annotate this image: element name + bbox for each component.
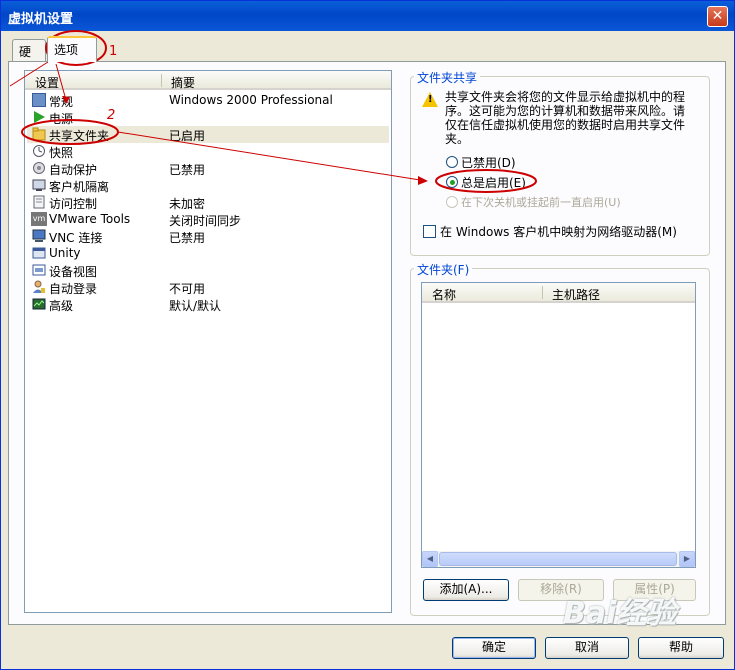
warning-text: 共享文件夹会将您的文件显示给虚拟机中的程序。这可能为您的计算机和数据带来风险。请…: [445, 90, 686, 146]
row-name: Unity: [49, 246, 81, 260]
map-network-drive-checkbox[interactable]: [423, 225, 436, 238]
shared-folders-header: 名称 主机路径: [422, 283, 695, 303]
autoprotect-icon: [32, 161, 46, 175]
row-name: 访问控制: [49, 197, 98, 211]
row-summary: 未加密: [169, 197, 206, 211]
settings-row-guest-isolation[interactable]: 客户机隔离: [27, 177, 389, 194]
row-name: VMware Tools: [49, 212, 131, 226]
settings-row-advanced[interactable]: 高级 默认/默认: [27, 296, 389, 313]
row-summary: 不可用: [169, 282, 206, 296]
title-bar[interactable]: 虚拟机设置 ✕: [1, 1, 734, 31]
cancel-button[interactable]: 取消: [545, 637, 629, 659]
row-name: 自动保护: [49, 163, 98, 177]
settings-list-header: 设置 摘要: [25, 71, 391, 90]
scroll-left-button[interactable]: ◀: [422, 551, 438, 567]
column-divider[interactable]: [542, 286, 543, 299]
tab-options[interactable]: 选项: [47, 36, 97, 62]
column-header-name[interactable]: 名称: [432, 286, 456, 303]
radio-always-enabled-label[interactable]: 总是启用(E): [461, 174, 526, 191]
row-summary: Windows 2000 Professional: [169, 93, 333, 107]
vmware-tools-icon: vm: [31, 212, 47, 226]
row-name: 客户机隔离: [49, 180, 110, 194]
column-divider[interactable]: [161, 74, 162, 87]
settings-row-autologin[interactable]: 自动登录 不可用: [27, 279, 389, 296]
settings-row-power[interactable]: 电源: [27, 109, 389, 126]
shared-folders-list[interactable]: 名称 主机路径 ◀ ▶: [421, 282, 696, 568]
row-summary: 已禁用: [169, 163, 206, 177]
scroll-right-button[interactable]: ▶: [679, 551, 695, 567]
settings-row-access-control[interactable]: 访问控制 未加密: [27, 194, 389, 211]
row-name: 电源: [49, 112, 74, 126]
row-name: 高级: [49, 299, 74, 313]
row-name: 快照: [49, 146, 74, 160]
settings-row-snapshots[interactable]: 快照: [27, 143, 389, 160]
row-summary: 关闭时间同步: [169, 214, 242, 228]
close-button[interactable]: ✕: [707, 6, 728, 27]
general-icon: [32, 93, 46, 107]
settings-list: 设置 摘要 常规 Windows 2000 Professional 电源 共享…: [24, 70, 392, 613]
help-button[interactable]: 帮助: [638, 637, 724, 659]
row-summary: 已禁用: [169, 231, 206, 245]
watermark-logo: Bai经验: [563, 596, 677, 631]
column-header-summary[interactable]: 摘要: [171, 74, 195, 91]
radio-disabled-option[interactable]: [446, 156, 458, 168]
tab-hardware[interactable]: 硬件: [12, 39, 46, 76]
folder-sharing-title: 文件夹共享: [414, 69, 481, 86]
device-view-icon: [32, 263, 46, 277]
power-icon: [32, 110, 46, 124]
shared-folder-icon: [32, 127, 46, 141]
settings-row-vmware-tools[interactable]: vm VMware Tools 关闭时间同步: [27, 211, 389, 228]
row-summary: 默认/默认: [169, 299, 222, 313]
settings-row-unity[interactable]: Unity: [27, 245, 389, 262]
column-header-host-path[interactable]: 主机路径: [552, 286, 600, 303]
map-network-drive-label[interactable]: 在 Windows 客户机中映射为网络驱动器(M): [440, 223, 677, 240]
row-summary: 已启用: [169, 129, 206, 143]
unity-icon: [32, 246, 46, 260]
radio-until-poweroff[interactable]: [446, 196, 458, 208]
settings-row-general[interactable]: 常规 Windows 2000 Professional: [27, 92, 389, 109]
row-name: 共享文件夹: [49, 129, 110, 143]
access-control-icon: [32, 195, 46, 209]
isolation-icon: [32, 178, 46, 192]
snapshot-icon: [32, 144, 46, 158]
radio-disabled-label[interactable]: 已禁用(D): [461, 154, 516, 171]
window-title: 虚拟机设置: [8, 12, 74, 27]
row-name: VNC 连接: [49, 231, 103, 245]
settings-row-device-view[interactable]: 设备视图: [27, 262, 389, 279]
ok-button[interactable]: 确定: [452, 637, 536, 659]
row-name: 常规: [49, 95, 74, 109]
horizontal-scrollbar[interactable]: ◀ ▶: [422, 551, 695, 567]
folders-title: 文件夹(F): [414, 261, 473, 278]
radio-until-poweroff-label[interactable]: 在下次关机或挂起前一直启用(U): [461, 194, 621, 210]
radio-always-enabled[interactable]: [446, 176, 458, 188]
settings-row-shared-folders[interactable]: 共享文件夹 已启用: [27, 126, 389, 143]
add-folder-button[interactable]: 添加(A)...: [423, 579, 509, 601]
settings-row-autoprotect[interactable]: 自动保护 已禁用: [27, 160, 389, 177]
settings-row-vnc[interactable]: VNC 连接 已禁用: [27, 228, 389, 245]
autologin-icon: [32, 280, 46, 294]
advanced-icon: [32, 297, 46, 311]
vnc-icon: [32, 229, 46, 243]
scroll-thumb[interactable]: [439, 552, 677, 566]
row-name: 自动登录: [49, 282, 98, 296]
warning-exclamation: !: [428, 94, 433, 105]
row-name: 设备视图: [49, 265, 98, 279]
column-header-setting[interactable]: 设置: [35, 74, 59, 91]
